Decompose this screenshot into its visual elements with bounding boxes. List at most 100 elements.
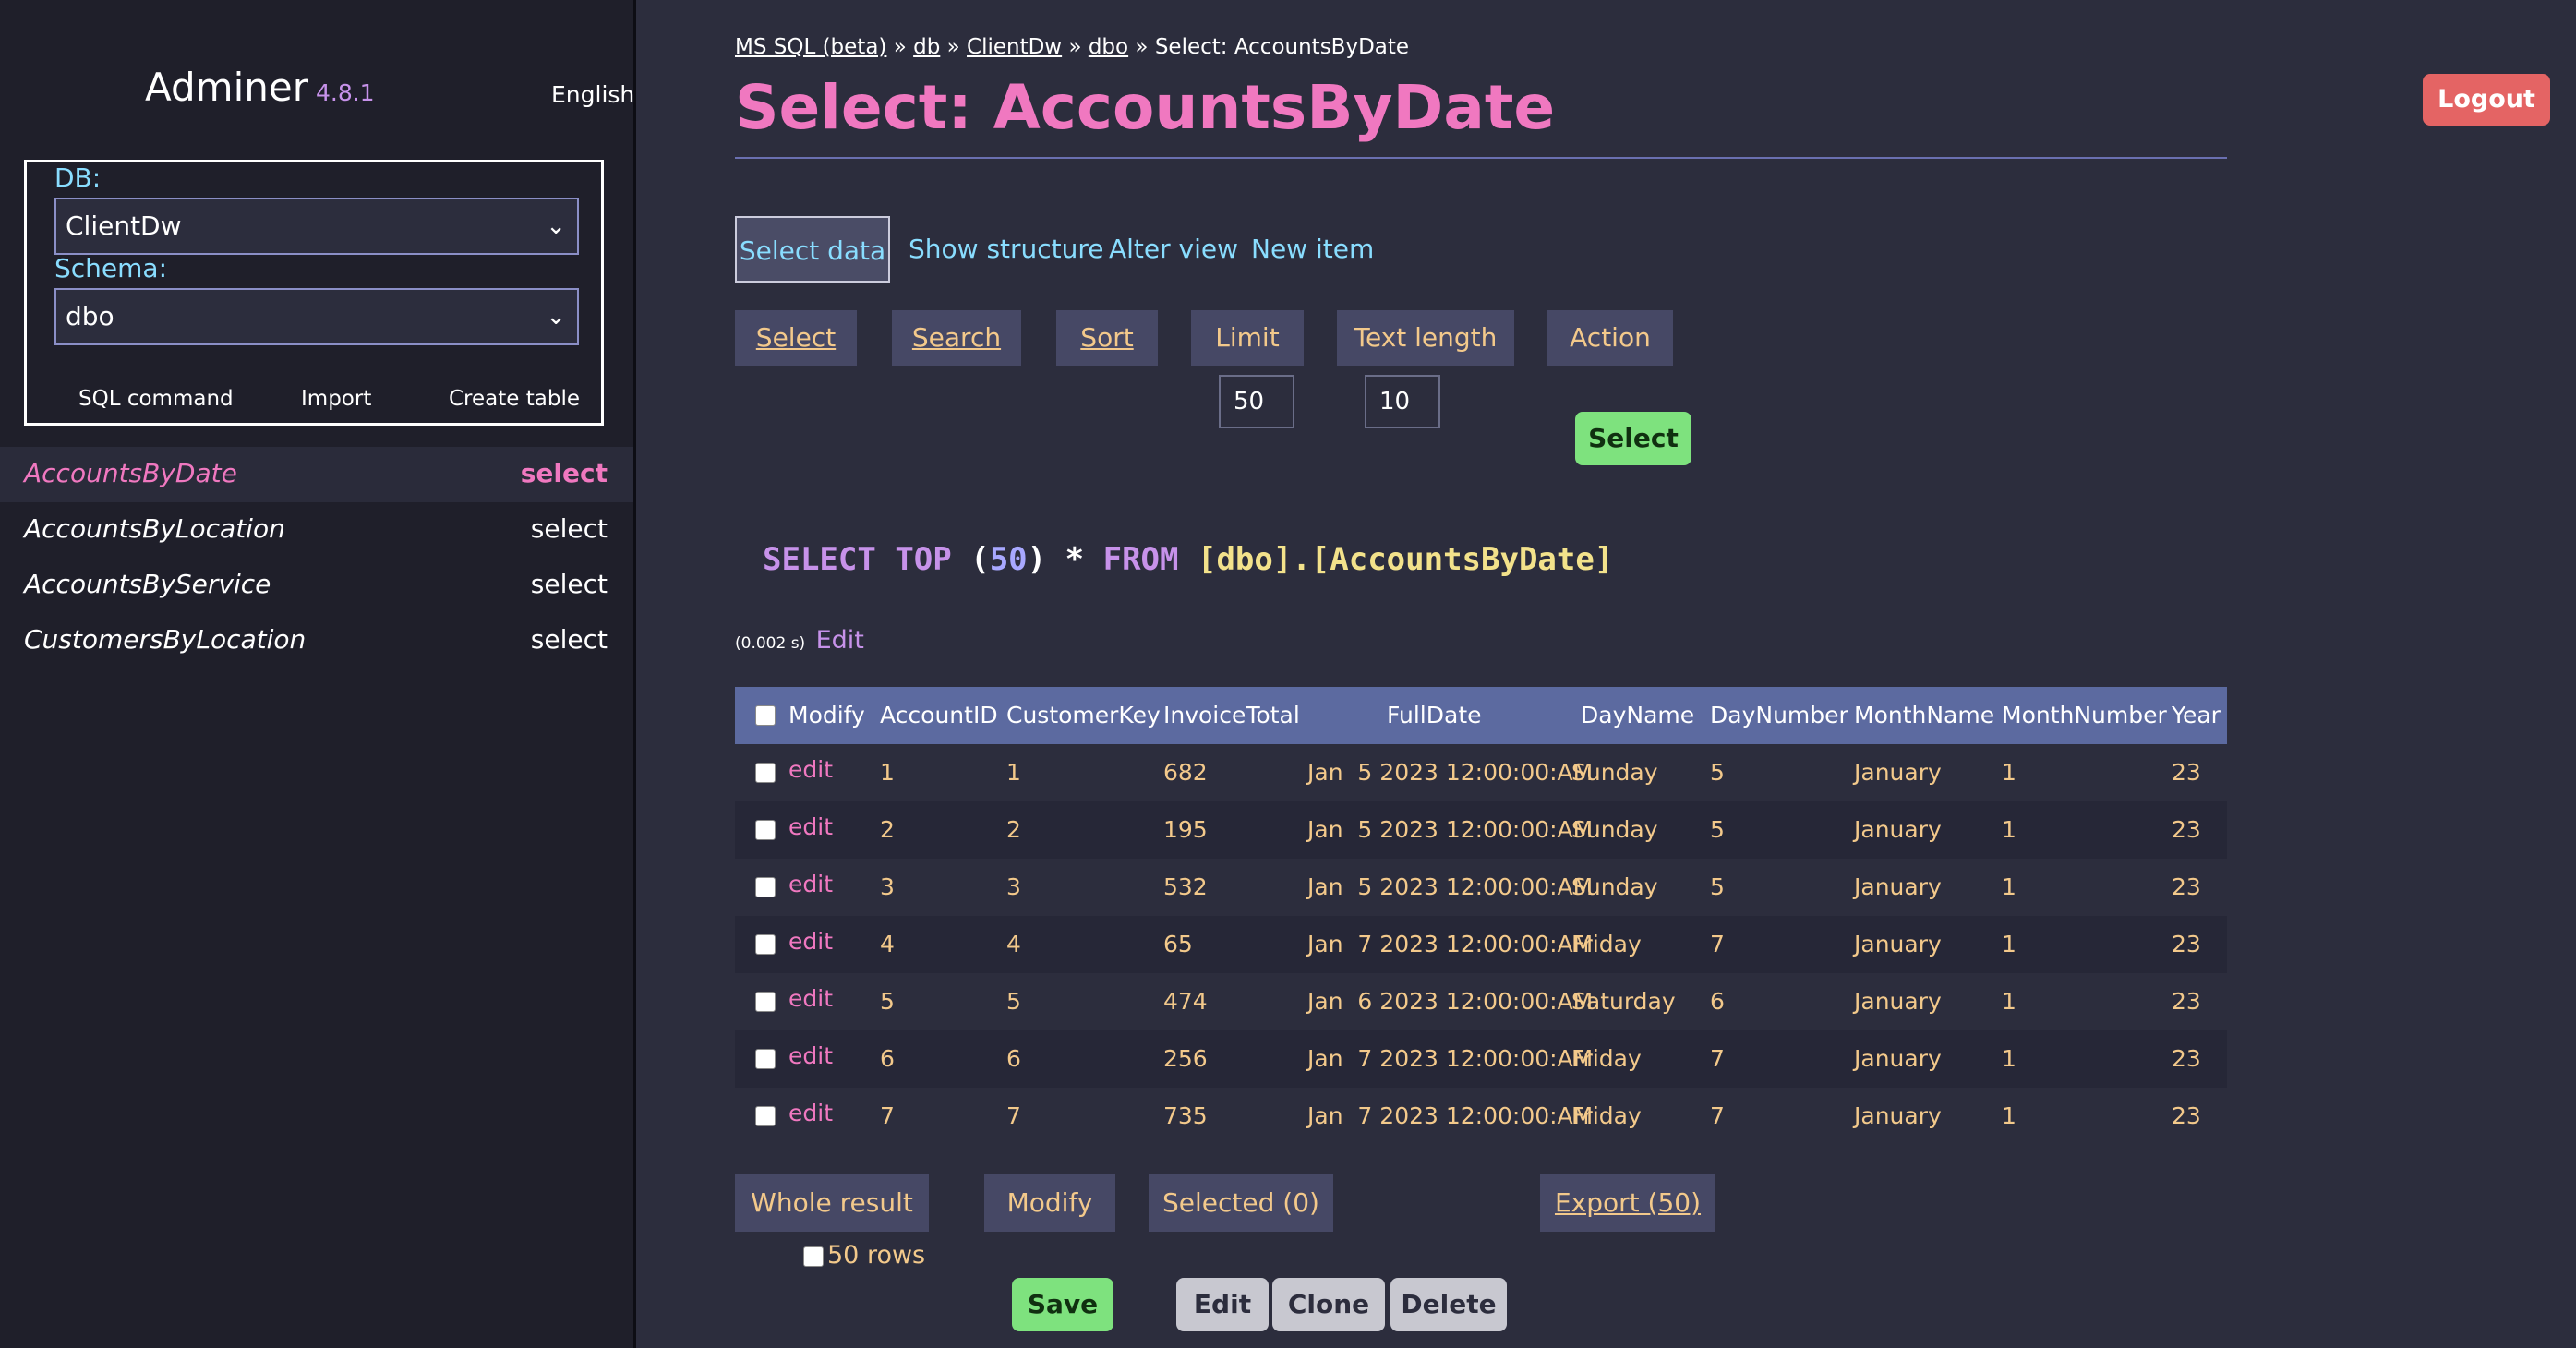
table-cell: 532 — [1163, 873, 1208, 900]
column-header[interactable]: InvoiceTotal — [1163, 687, 1300, 744]
app-name[interactable]: Adminer — [145, 65, 308, 110]
table-select-link[interactable]: select — [531, 569, 608, 599]
db-select[interactable]: ClientDw ⌄ — [54, 198, 579, 255]
export-button[interactable]: Export (50) — [1540, 1174, 1715, 1232]
column-header[interactable]: DayName — [1581, 687, 1694, 744]
table-cell: Jan 5 2023 12:00:00:AM — [1307, 816, 1594, 843]
clone-button[interactable]: Clone — [1272, 1278, 1385, 1331]
row-edit-link[interactable]: edit — [788, 913, 833, 970]
row-checkbox[interactable] — [755, 992, 776, 1012]
schema-select-value: dbo — [66, 301, 114, 331]
table-link[interactable]: AccountsByDate — [24, 458, 237, 488]
table-cell: 23 — [2172, 931, 2201, 957]
breadcrumb-database[interactable]: ClientDw — [967, 35, 1062, 59]
app-version[interactable]: 4.8.1 — [316, 79, 375, 106]
timing-value: (0.002 s) — [735, 634, 806, 653]
table-cell: January — [1854, 931, 1942, 957]
row-checkbox[interactable] — [755, 763, 776, 783]
table-cell: 23 — [2172, 873, 2201, 900]
language-select[interactable]: English — [551, 81, 634, 108]
column-header[interactable]: AccountID — [880, 687, 998, 744]
column-header[interactable]: Year — [2172, 687, 2221, 744]
edit-query-link[interactable]: Edit — [816, 626, 864, 655]
column-header[interactable]: CustomerKey — [1006, 687, 1161, 744]
tab-new-item[interactable]: New item — [1251, 216, 1374, 283]
row-checkbox[interactable] — [755, 877, 776, 897]
table-cell: January — [1854, 873, 1942, 900]
sql-query: SELECT TOP (50) * FROM [dbo].[AccountsBy… — [763, 541, 1614, 578]
chevron-down-icon: ⌄ — [546, 212, 566, 240]
tab-show-structure[interactable]: Show structure — [909, 216, 1104, 283]
table-row: edit 2 2 195 Jan 5 2023 12:00:00:AM Sunday 5 Ja… — [735, 801, 2227, 859]
table-cell: 23 — [2172, 988, 2201, 1015]
row-checkbox[interactable] — [755, 1049, 776, 1069]
action-label: Action — [1547, 310, 1673, 366]
column-header[interactable]: MonthNumber — [2002, 687, 2167, 744]
row-edit-link[interactable]: edit — [788, 741, 833, 799]
delete-button[interactable]: Delete — [1390, 1278, 1507, 1331]
column-header[interactable]: DayNumber — [1710, 687, 1848, 744]
table-cell: 1 — [2002, 988, 2016, 1015]
tab-select-data[interactable]: Select data — [735, 216, 890, 283]
sidebar-table-accountsbydate: AccountsByDate select — [0, 447, 633, 502]
table-cell: 5 — [1710, 759, 1725, 786]
select-columns-button[interactable]: Select — [735, 310, 857, 366]
breadcrumb-server[interactable]: db — [913, 35, 940, 59]
table-cell: 1 — [2002, 931, 2016, 957]
select-all-checkbox[interactable] — [755, 705, 776, 726]
table-cell: 1 — [2002, 1045, 2016, 1072]
table-cell: Jan 7 2023 12:00:00:AM — [1307, 1045, 1594, 1072]
breadcrumb-sep: » — [1135, 35, 1149, 59]
table-cell: January — [1854, 988, 1942, 1015]
select-submit-button[interactable]: Select — [1575, 412, 1691, 465]
import-link[interactable]: Import — [301, 387, 371, 411]
text-length-input[interactable]: 10 — [1365, 375, 1440, 428]
breadcrumb-sep: » — [893, 35, 907, 59]
table-cell: Friday — [1571, 1045, 1642, 1072]
row-edit-link[interactable]: edit — [788, 799, 833, 856]
table-cell: Friday — [1571, 931, 1642, 957]
table-cell: 195 — [1163, 816, 1208, 843]
column-header[interactable]: MonthName — [1854, 687, 1994, 744]
table-cell: 6 — [880, 1045, 895, 1072]
sort-button[interactable]: Sort — [1056, 310, 1158, 366]
logout-button[interactable]: Logout — [2423, 74, 2550, 126]
whole-result-label: Whole result — [735, 1174, 929, 1232]
table-select-link[interactable]: select — [531, 624, 608, 655]
table-select-link[interactable]: select — [531, 513, 608, 544]
table-cell: 1 — [2002, 1102, 2016, 1129]
limit-input[interactable]: 50 — [1219, 375, 1294, 428]
row-edit-link[interactable]: edit — [788, 970, 833, 1028]
table-select-link[interactable]: select — [521, 458, 608, 488]
sidebar-table-customersbylocation: CustomersByLocation select — [0, 613, 633, 668]
table-cell: January — [1854, 759, 1942, 786]
save-button[interactable]: Save — [1012, 1278, 1113, 1331]
table-link[interactable]: CustomersByLocation — [24, 624, 306, 655]
search-button[interactable]: Search — [892, 310, 1021, 366]
table-cell: 1 — [2002, 816, 2016, 843]
all-rows-checkbox[interactable] — [803, 1246, 824, 1267]
table-link[interactable]: AccountsByService — [24, 569, 271, 599]
edit-button[interactable]: Edit — [1176, 1278, 1269, 1331]
row-edit-link[interactable]: edit — [788, 1028, 833, 1085]
limit-label: Limit — [1191, 310, 1304, 366]
tab-alter-view[interactable]: Alter view — [1109, 216, 1238, 283]
breadcrumb-schema[interactable]: dbo — [1089, 35, 1128, 59]
row-edit-link[interactable]: edit — [788, 1085, 833, 1137]
all-rows-label: 50 rows — [827, 1241, 926, 1270]
breadcrumb-driver[interactable]: MS SQL (beta) — [735, 35, 886, 59]
table-cell: 5 — [1710, 873, 1725, 900]
app-brand[interactable]: Adminer 4.8.1 — [145, 65, 375, 110]
column-header[interactable]: FullDate — [1387, 687, 1482, 744]
table-cell: 474 — [1163, 988, 1208, 1015]
sql-command-link[interactable]: SQL command — [78, 387, 234, 411]
table-link[interactable]: AccountsByLocation — [24, 513, 285, 544]
table-cell: January — [1854, 1045, 1942, 1072]
row-checkbox[interactable] — [755, 934, 776, 955]
row-checkbox[interactable] — [755, 1106, 776, 1126]
row-edit-link[interactable]: edit — [788, 856, 833, 913]
create-table-link[interactable]: Create table — [449, 387, 580, 411]
schema-select[interactable]: dbo ⌄ — [54, 288, 579, 345]
row-checkbox[interactable] — [755, 820, 776, 840]
table-cell: Sunday — [1571, 759, 1658, 786]
